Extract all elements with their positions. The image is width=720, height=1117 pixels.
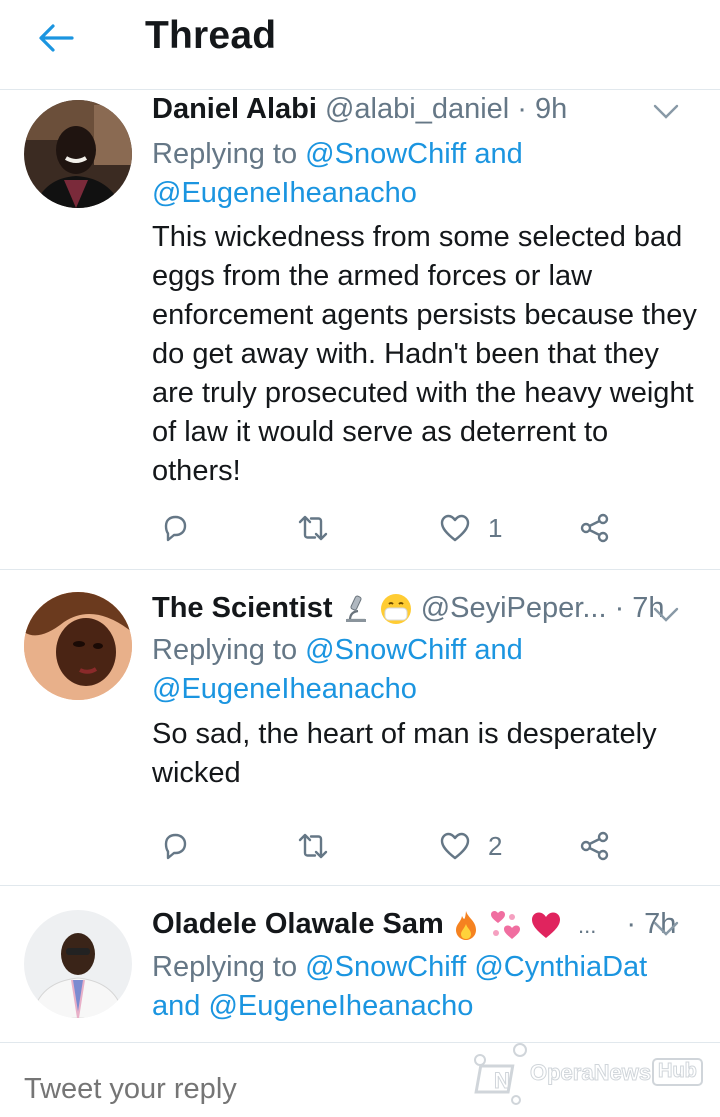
replying-to-label: Replying to: [152, 138, 298, 170]
user-handle[interactable]: @alabi_daniel: [325, 93, 509, 125]
retweet-icon: [298, 833, 328, 859]
share-button[interactable]: [578, 506, 612, 550]
tweet-actions: 2: [152, 824, 622, 868]
display-name[interactable]: The Scientist: [152, 592, 333, 624]
replying-to-label: Replying to: [152, 951, 298, 983]
tweet[interactable]: Oladele Olawale Sam ... · 7h Replying to…: [0, 886, 720, 1046]
separator-dot: ·: [626, 908, 637, 940]
share-icon: [580, 513, 609, 543]
display-name[interactable]: Oladele Olawale Sam: [152, 908, 444, 940]
tweet-text: So sad, the heart of man is desperately …: [152, 718, 657, 789]
retweet-button[interactable]: [296, 506, 330, 550]
truncated-handle[interactable]: ...: [578, 913, 596, 938]
back-arrow-icon: [39, 24, 74, 52]
mention-link[interactable]: @SnowChiff: [305, 951, 466, 983]
separator-dot: ·: [614, 592, 625, 624]
tweet-reply-input[interactable]: [24, 1073, 444, 1106]
user-handle[interactable]: @SeyiPeper...: [421, 592, 607, 624]
like-button[interactable]: 2: [438, 824, 502, 868]
page-title: Thread: [145, 14, 277, 57]
watermark-text: OperaNews: [529, 1060, 652, 1086]
reply-icon: [164, 515, 187, 542]
mention-link[interactable]: @EugeneIheanacho: [152, 177, 417, 209]
mention-link[interactable]: @EugeneIheanacho: [152, 673, 417, 705]
mention-connector[interactable]: and: [152, 990, 200, 1022]
avatar[interactable]: [24, 910, 132, 1018]
fire-icon: [455, 911, 476, 941]
top-bar: Thread: [0, 0, 720, 90]
mention-connector[interactable]: and: [474, 138, 522, 170]
heart-icon: [440, 832, 470, 860]
tweet-header: Oladele Olawale Sam ... · 7h: [152, 908, 704, 948]
heart-icon: [440, 514, 470, 542]
svg-text:N: N: [494, 1068, 510, 1093]
opera-news-logo-icon: N: [474, 1043, 527, 1105]
replying-to-label: Replying to: [152, 634, 298, 666]
replying-to: Replying to @SnowChiff and @EugeneIheana…: [152, 631, 700, 709]
replying-to: Replying to @SnowChiff and @EugeneIheana…: [152, 135, 700, 213]
tweet[interactable]: The Scientist @SeyiPeper... · 7h Replyin…: [0, 570, 720, 886]
face-with-medical-mask-icon: [380, 594, 411, 625]
tweet-header: Daniel Alabi @alabi_daniel · 9h: [152, 93, 704, 133]
mention-link[interactable]: @EugeneIheanacho: [208, 990, 473, 1022]
avatar[interactable]: [24, 592, 132, 700]
chevron-down-icon[interactable]: [652, 604, 680, 624]
avatar[interactable]: [24, 100, 132, 208]
tweet-header: The Scientist @SeyiPeper... · 7h: [152, 592, 704, 632]
timestamp[interactable]: 9h: [535, 93, 567, 125]
red-heart-icon: [531, 912, 560, 939]
tweet[interactable]: Daniel Alabi @alabi_daniel · 9h Replying…: [0, 90, 720, 570]
revolving-hearts-icon: [490, 911, 520, 940]
separator-dot: ·: [517, 93, 527, 125]
back-button[interactable]: [32, 18, 80, 58]
like-count: 2: [488, 830, 503, 861]
like-count: 1: [488, 512, 503, 543]
share-icon: [580, 831, 609, 861]
like-button[interactable]: 1: [438, 506, 502, 550]
retweet-icon: [298, 515, 328, 541]
tweet-text: This wickedness from some selected bad e…: [152, 221, 697, 487]
reply-icon: [164, 833, 187, 860]
watermark-logo: N OperaNews Hub: [472, 1036, 712, 1106]
watermark-hub: Hub: [652, 1058, 703, 1086]
mention-link[interactable]: @SnowChiff: [305, 138, 466, 170]
tweet-actions: 1: [152, 506, 622, 550]
retweet-button[interactable]: [296, 824, 330, 868]
microscope-icon: [345, 595, 366, 623]
mention-link[interactable]: @CynthiaDat: [474, 951, 647, 983]
chevron-down-icon[interactable]: [652, 101, 680, 121]
reply-button[interactable]: [158, 824, 192, 868]
mention-connector[interactable]: and: [474, 634, 522, 666]
replying-to: Replying to @SnowChiff @CynthiaDat and @…: [152, 948, 700, 1026]
mention-link[interactable]: @SnowChiff: [305, 634, 466, 666]
chevron-down-icon[interactable]: [652, 918, 680, 938]
reply-button[interactable]: [158, 506, 192, 550]
share-button[interactable]: [578, 824, 612, 868]
display-name[interactable]: Daniel Alabi: [152, 93, 317, 125]
